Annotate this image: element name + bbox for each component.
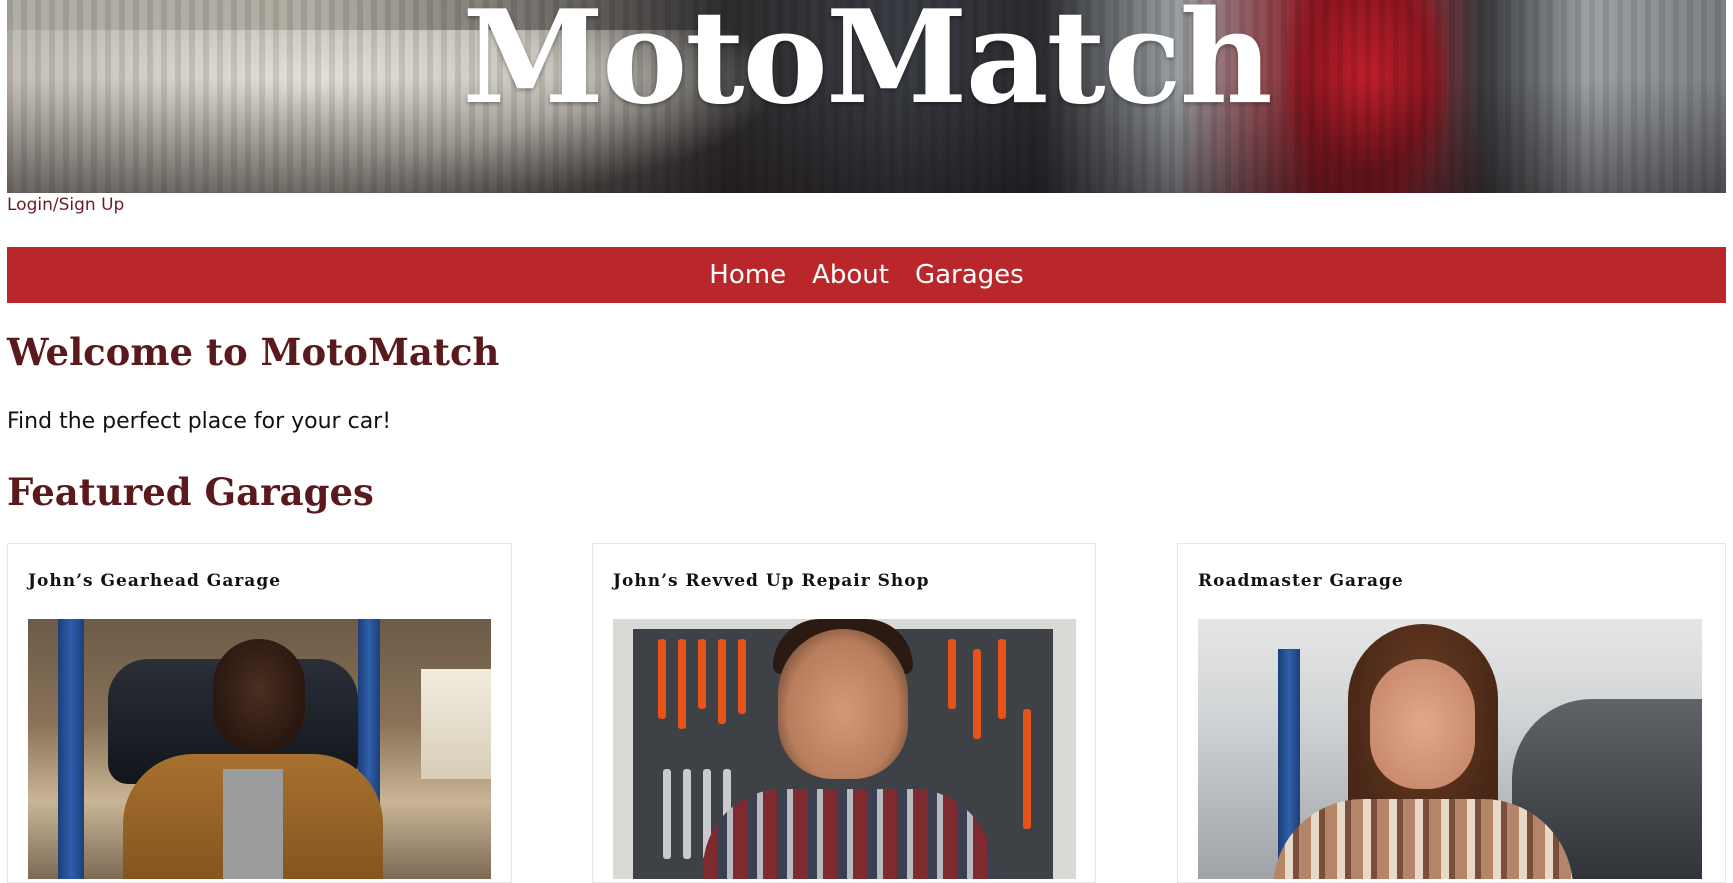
garage-card-title[interactable]: John’s Revved Up Repair Shop <box>613 571 930 591</box>
nav-about-link[interactable]: About <box>812 260 889 290</box>
site-title: MotoMatch <box>462 0 1272 133</box>
login-signup-link[interactable]: Login/Sign Up <box>7 195 124 215</box>
featured-garages-heading: Featured Garages <box>7 470 374 514</box>
welcome-heading: Welcome to MotoMatch <box>7 330 500 374</box>
garage-card-title[interactable]: John’s Gearhead Garage <box>28 571 281 591</box>
tagline: Find the perfect place for your car! <box>7 409 392 434</box>
garage-card-3[interactable]: Roadmaster Garage <box>1177 543 1726 883</box>
garage-photo[interactable] <box>1198 619 1702 879</box>
main-nav: Home About Garages <box>7 247 1726 303</box>
nav-garages-link[interactable]: Garages <box>915 260 1024 290</box>
garage-card-2[interactable]: John’s Revved Up Repair Shop <box>592 543 1096 883</box>
garage-photo[interactable] <box>28 619 491 879</box>
garage-photo[interactable] <box>613 619 1076 879</box>
garage-card-1[interactable]: John’s Gearhead Garage <box>7 543 512 883</box>
garage-card-title[interactable]: Roadmaster Garage <box>1198 571 1404 591</box>
nav-home-link[interactable]: Home <box>709 260 786 290</box>
